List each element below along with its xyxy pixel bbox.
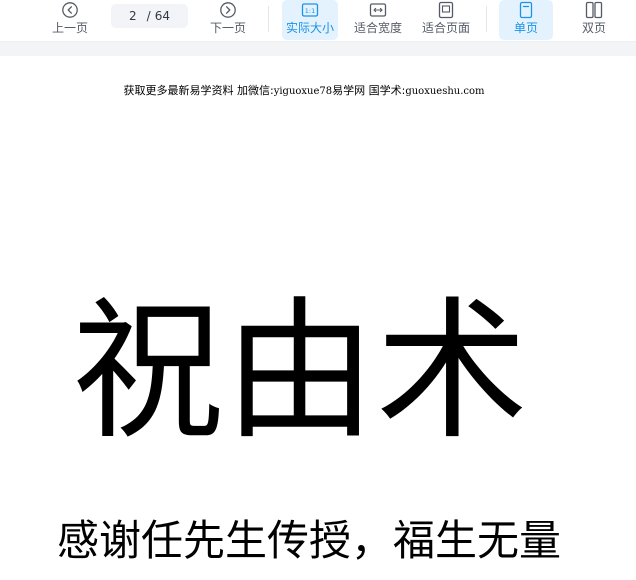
current-page-input[interactable]: 2 <box>129 9 137 23</box>
viewer-gutter <box>0 42 636 56</box>
viewer-toolbar: 上一页 2 / 64 下一页 1:1 实际大小 适合宽度 适合页面 单页 双页 <box>0 0 636 42</box>
page-number-indicator[interactable]: 2 / 64 <box>111 4 188 28</box>
double-page-label: 双页 <box>581 21 606 35</box>
single-page-icon <box>519 1 533 19</box>
fit-page-label: 适合页面 <box>421 21 470 35</box>
fit-width-icon <box>369 3 387 17</box>
fit-width-label: 适合宽度 <box>353 21 402 35</box>
actual-size-label: 实际大小 <box>285 21 334 35</box>
single-page-label: 单页 <box>513 21 538 35</box>
toolbar-divider <box>268 6 269 32</box>
prev-page-button[interactable]: 上一页 <box>46 0 94 40</box>
actual-size-button[interactable]: 1:1 实际大小 <box>282 0 338 40</box>
header-site-url: guoxueshu.com <box>405 86 485 97</box>
actual-size-icon-text: 1:1 <box>305 7 315 15</box>
header-prefix: 获取更多最新易学资料 加微信: <box>123 84 274 97</box>
fit-page-button[interactable]: 适合页面 <box>418 0 474 40</box>
fit-page-icon <box>438 1 454 19</box>
actual-size-icon: 1:1 <box>301 3 319 17</box>
header-wechat-id: yiguoxue78 <box>273 86 333 97</box>
double-page-icon <box>585 1 603 19</box>
prev-page-label: 上一页 <box>51 21 88 35</box>
header-site-label: 易学网 国学术: <box>332 84 406 97</box>
chevron-left-circle-icon <box>62 2 78 18</box>
fit-width-button[interactable]: 适合宽度 <box>350 0 406 40</box>
document-page: 获取更多最新易学资料 加微信:yiguoxue78易学网 国学术:guoxues… <box>0 56 636 580</box>
double-page-button[interactable]: 双页 <box>569 0 619 40</box>
chevron-right-circle-icon <box>220 2 236 18</box>
next-page-label: 下一页 <box>209 21 246 35</box>
page-separator: / <box>146 9 151 23</box>
toolbar-divider <box>486 6 487 32</box>
document-subtitle: 感谢任先生传授，福生无量 <box>57 516 562 565</box>
total-pages: 64 <box>154 9 170 23</box>
next-page-button[interactable]: 下一页 <box>204 0 252 40</box>
document-title: 祝由术 <box>72 283 528 460</box>
page-header-text: 获取更多最新易学资料 加微信:yiguoxue78易学网 国学术:guoxues… <box>0 82 608 98</box>
single-page-button[interactable]: 单页 <box>499 0 553 40</box>
